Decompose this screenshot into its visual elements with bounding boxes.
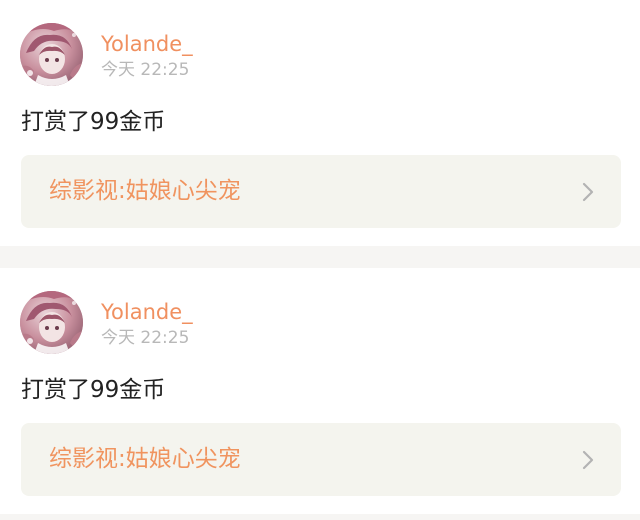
gift-message: 打赏了99金币 <box>21 109 166 135</box>
username[interactable]: Yolande_ <box>101 32 193 56</box>
avatar-image-icon <box>20 291 83 354</box>
gift-message: 打赏了99金币 <box>21 377 166 403</box>
feed-item: Yolande_ 今天 22:25 打赏了99金币 综影视:姑娘心尖宠 <box>0 0 640 246</box>
timestamp: 今天 22:25 <box>101 60 190 80</box>
book-title: 综影视:姑娘心尖宠 <box>49 178 241 204</box>
gift-feed: Yolande_ 今天 22:25 打赏了99金币 综影视:姑娘心尖宠 Yola… <box>0 0 640 520</box>
user-avatar[interactable] <box>20 291 83 354</box>
username[interactable]: Yolande_ <box>101 300 193 324</box>
feed-divider <box>0 246 640 268</box>
book-link-card[interactable]: 综影视:姑娘心尖宠 <box>21 155 621 228</box>
chevron-right-icon <box>582 182 594 202</box>
feed-item: Yolande_ 今天 22:25 打赏了99金币 综影视:姑娘心尖宠 <box>0 268 640 514</box>
chevron-right-icon <box>582 450 594 470</box>
avatar-image-icon <box>20 23 83 86</box>
feed-divider <box>0 514 640 520</box>
book-title: 综影视:姑娘心尖宠 <box>49 446 241 472</box>
book-link-card[interactable]: 综影视:姑娘心尖宠 <box>21 423 621 496</box>
user-avatar[interactable] <box>20 23 83 86</box>
timestamp: 今天 22:25 <box>101 328 190 348</box>
